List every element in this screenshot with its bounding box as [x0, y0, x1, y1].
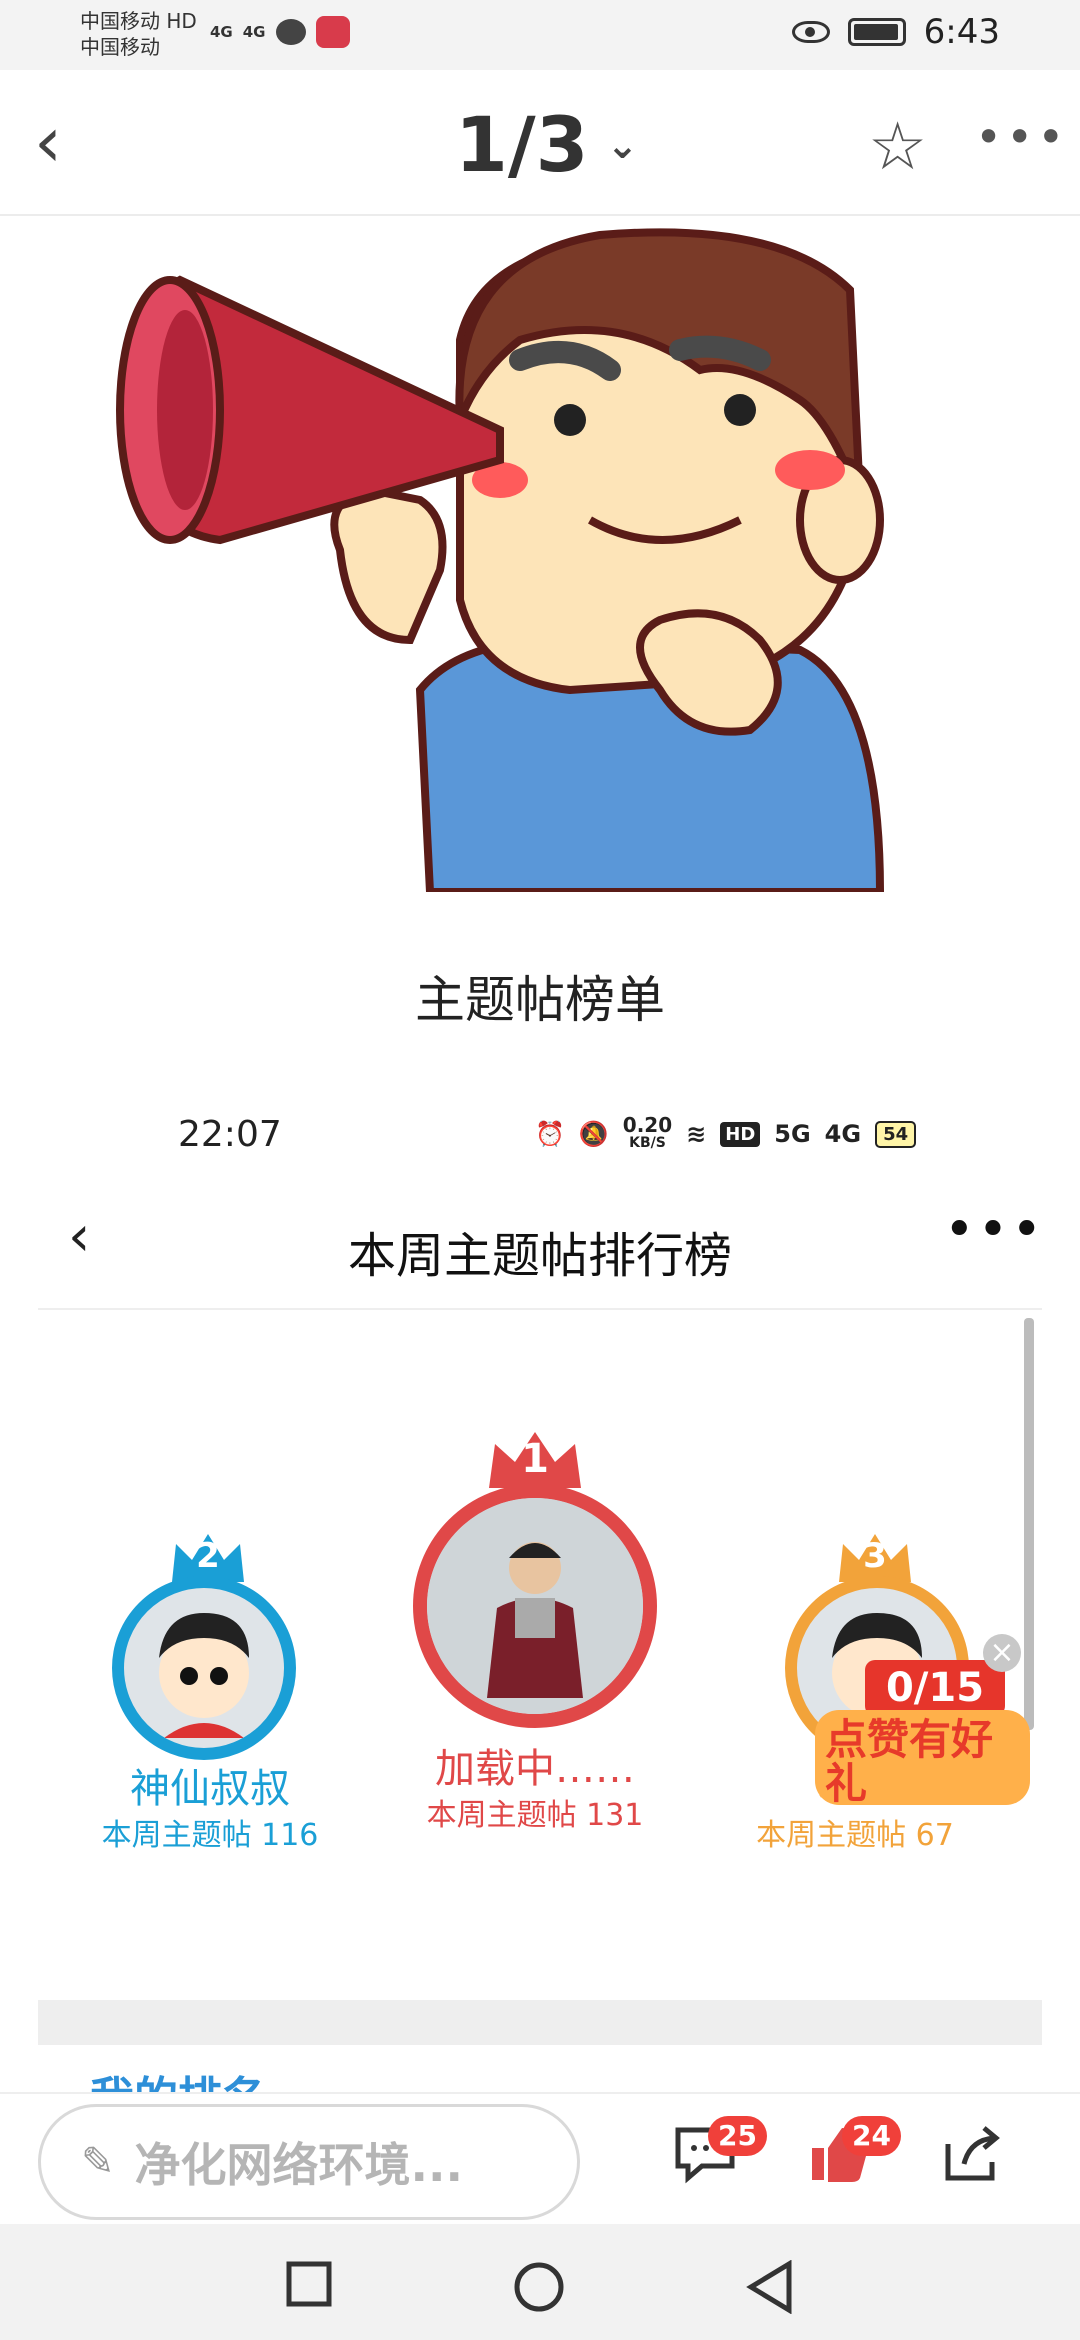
- rank-number-2: 2: [196, 1536, 220, 1576]
- section-divider: [38, 2000, 1042, 2045]
- close-icon: ×: [983, 1634, 1021, 1672]
- inner-status-icons: ⏰ 🔕 0.20 KB/S ≋ HD 5G 4G 54: [535, 1113, 917, 1152]
- net-speed: 0.20 KB/S: [622, 1113, 673, 1152]
- alarm-icon: ⏰: [535, 1120, 565, 1148]
- home-button[interactable]: [512, 2260, 566, 2318]
- status-time: 6:43: [923, 12, 1000, 52]
- rank-number-3: 3: [863, 1536, 887, 1576]
- carrier-2: 中国移动: [80, 35, 160, 59]
- rank-name-2: 神仙叔叔: [130, 1766, 290, 1812]
- bottom-action-bar: ✎ 净化网络环境... 25 24: [0, 2092, 1080, 2224]
- net-speed-unit: KB/S: [629, 1135, 666, 1151]
- carrier-info: 中国移动 HD 中国移动: [80, 8, 197, 60]
- wechat-icon: [275, 19, 306, 45]
- inner-nav: ‹ 本周主题帖排行榜 •••: [38, 1174, 1042, 1310]
- more-icon[interactable]: •••: [975, 110, 1068, 164]
- rank-count-2: 本周主题帖 116: [101, 1818, 319, 1853]
- rank-name-1: 加载中……: [435, 1746, 635, 1792]
- avatar-2: [112, 1576, 296, 1760]
- inner-battery: 54: [875, 1120, 917, 1148]
- status-icons: 4G 4G: [210, 16, 350, 48]
- my-rank-heading: 我的排名: [90, 2062, 266, 2092]
- like-reward-popup: 0/15 点赞有好礼 ×: [815, 1634, 1030, 1806]
- image-caption: 主题帖榜单: [415, 971, 665, 1029]
- hd-badge: HD: [720, 1121, 761, 1147]
- inner-title: 本周主题帖排行榜: [347, 1228, 732, 1284]
- comment-count-badge: 25: [708, 2116, 767, 2156]
- rank-number-1: 1: [521, 1436, 549, 1482]
- net-5g: 5G: [774, 1120, 811, 1148]
- signal-icon-2: 4G: [242, 23, 266, 41]
- chevron-down-icon: ⌄: [606, 122, 639, 167]
- inner-time: 22:07: [178, 1114, 282, 1155]
- rank-count-1: 本周主题帖 131: [426, 1798, 644, 1833]
- back-nav-button[interactable]: [745, 2259, 795, 2318]
- inner-more-icon: •••: [944, 1200, 1046, 1260]
- star-icon[interactable]: ☆: [868, 108, 927, 185]
- avatar-1: [413, 1484, 657, 1728]
- pencil-icon: ✎: [81, 2139, 115, 2185]
- comment-placeholder: 净化网络环境...: [134, 2138, 463, 2192]
- page-indicator[interactable]: 1/3 ⌄: [455, 100, 638, 189]
- rank-2: 2 神仙叔叔 本周主题帖 116: [60, 1520, 360, 1860]
- net-4g: 4G: [824, 1120, 862, 1148]
- back-icon[interactable]: ‹: [34, 107, 84, 177]
- share-icon[interactable]: [940, 2124, 1002, 2199]
- reader-app-icon: [315, 16, 350, 48]
- megaphone-illustration: [116, 228, 885, 892]
- wifi-icon: ≋: [686, 1120, 707, 1148]
- rank-1: 1 加载中…… 本周主题帖 131: [385, 1420, 685, 1840]
- like-count-badge: 24: [842, 2116, 901, 2156]
- rank-count-3: 本周主题帖 67: [756, 1818, 954, 1853]
- recent-apps-button[interactable]: [285, 2260, 333, 2312]
- battery-icon: [847, 18, 906, 46]
- mute-icon: 🔕: [578, 1120, 609, 1148]
- status-bar: 中国移动 HD 中国移动 4G 4G 6:43: [0, 0, 1080, 70]
- carrier-1: 中国移动 HD: [80, 9, 197, 33]
- status-right: 6:43: [791, 12, 1000, 52]
- comment-input[interactable]: ✎ 净化网络环境...: [38, 2104, 580, 2220]
- inner-status-bar: 22:07 ⏰ 🔕 0.20 KB/S ≋ HD 5G 4G 54: [0, 1108, 1080, 1168]
- net-speed-value: 0.20: [622, 1113, 673, 1137]
- system-nav-bar: [0, 2224, 1080, 2340]
- like-promo: 点赞有好礼: [815, 1710, 1030, 1806]
- signal-icon-1: 4G: [210, 23, 233, 41]
- page-indicator-text: 1/3: [455, 100, 589, 189]
- like-counter: 0/15: [865, 1660, 1005, 1716]
- eye-icon: [791, 21, 830, 43]
- viewer-topbar: ‹ 1/3 ⌄ ☆ •••: [0, 70, 1080, 216]
